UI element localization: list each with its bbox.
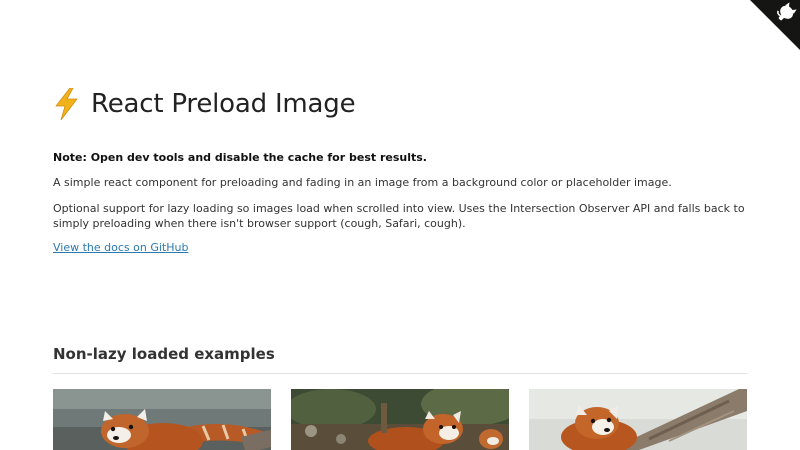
cache-note: Note: Open dev tools and disable the cac…	[53, 151, 427, 164]
page-title-text: React Preload Image	[91, 89, 356, 119]
red-panda-image-2	[291, 389, 509, 450]
github-corner-link[interactable]	[750, 0, 800, 50]
github-docs-link[interactable]: View the docs on GitHub	[53, 241, 188, 254]
intro-paragraph: A simple react component for preloading …	[53, 176, 672, 189]
section-divider	[53, 373, 747, 374]
section-heading: Non-lazy loaded examples	[53, 345, 275, 363]
red-panda-image-1	[53, 389, 271, 450]
lazy-loading-paragraph: Optional support for lazy loading so ima…	[53, 202, 745, 230]
red-panda-image-3	[529, 389, 747, 450]
page-title: React Preload Image	[53, 87, 356, 121]
lightning-bolt-icon	[53, 87, 79, 121]
github-octocat-icon	[750, 0, 800, 50]
